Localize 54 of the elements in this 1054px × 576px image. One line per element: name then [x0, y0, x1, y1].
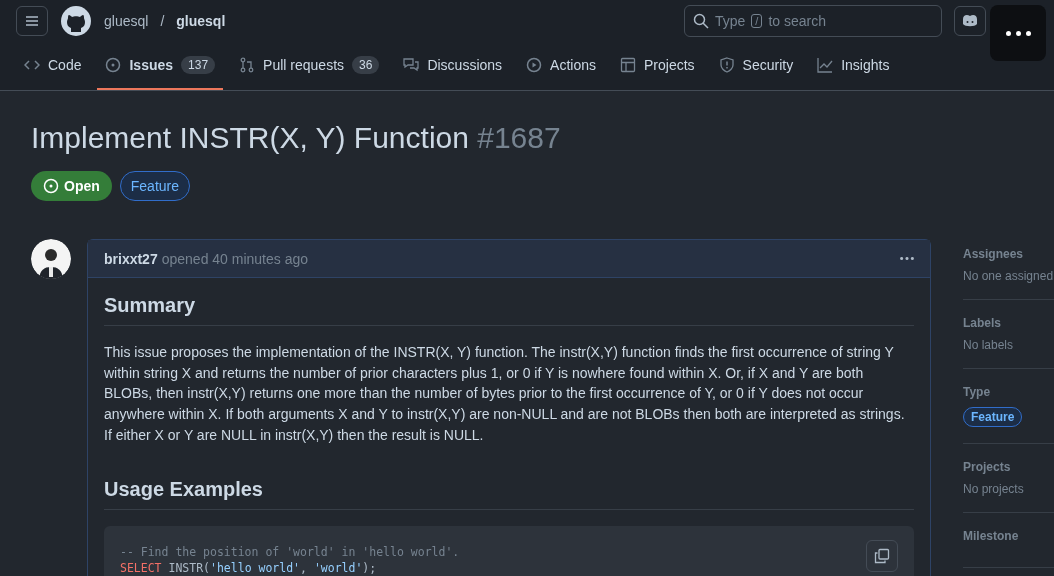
sidebar-heading[interactable]: Assignees	[963, 247, 1054, 261]
description-text: This issue proposes the implementation of the INSTR(X, Y) function. The instr(X,Y) function finds the first occurrence of string Y within string X and returns the number of prior characters plus 1, or 0 if Y is nowhere found within X. Or, if X and Y are both BLOBs, then instr(X,Y) returns one more than the number of bytes prior to the first occurrence of Y, or 0 if Y does not occur anywhere within X. If both arguments X and Y to instr(X,Y) are non-NULL and are not BLOBs then both are interpreted as strings. If either X or Y are NULL in instr(X,Y) then the result is NULL.	[104, 343, 906, 445]
cat-logo-icon	[60, 5, 92, 37]
sidebar-heading[interactable]: Type	[963, 385, 1054, 399]
circle-dot-icon	[43, 178, 59, 194]
robot-icon	[961, 13, 979, 29]
copilot-button[interactable]	[954, 6, 986, 36]
keyboard-key: /	[751, 14, 763, 28]
more-icon	[900, 257, 914, 260]
comment-meta: opened 40 minutes ago	[161, 250, 309, 267]
sidebar-heading[interactable]: Projects	[963, 460, 1054, 474]
sidebar-heading[interactable]: Labels	[963, 316, 1054, 330]
label-pill: Feature	[119, 171, 191, 201]
breadcrumb-separator: /	[160, 13, 165, 29]
count-badge: 137	[181, 56, 216, 74]
table-icon	[620, 57, 636, 73]
issue-title: Implement INSTR(X, Y) Function #1687	[31, 121, 562, 155]
nav-tab[interactable]: Discussions	[395, 42, 511, 90]
sidebar-value: No projects	[963, 482, 1025, 496]
count-badge: 36	[352, 56, 380, 74]
sidebar-value: No labels	[963, 338, 1015, 352]
speech-bubbles-icon	[403, 57, 420, 73]
nav-tab[interactable]: Code	[16, 42, 90, 90]
author-link[interactable]: brixxt27	[104, 250, 158, 267]
copy-icon	[874, 547, 890, 564]
owner-link[interactable]: gluesql	[104, 13, 149, 29]
menu-icon	[24, 13, 40, 29]
graph-icon	[817, 57, 834, 73]
shield-icon	[718, 57, 735, 73]
circle-dot-icon	[105, 57, 122, 73]
type-pill: Feature	[963, 407, 1023, 427]
nav-tab[interactable]: Pull requests 36	[231, 42, 388, 90]
search-hint: to search	[768, 13, 826, 29]
code-line: -- Find the position of 'world' in 'hello world'.	[120, 543, 461, 560]
state-badge: Open	[31, 171, 112, 201]
section-heading: Usage Examples	[104, 461, 914, 510]
more-button[interactable]	[990, 5, 1046, 61]
sidebar-value: No one assigned	[963, 269, 1054, 283]
repo-link[interactable]: gluesql	[176, 13, 226, 29]
nav-tab[interactable]: Security	[710, 42, 802, 90]
search-icon	[693, 13, 709, 29]
search-hint: Type	[715, 13, 746, 29]
code-line: SELECT INSTR('hello world', 'world');	[120, 560, 378, 576]
nav-tab[interactable]: Insights	[809, 42, 898, 90]
play-icon	[526, 57, 543, 73]
sidebar-heading[interactable]: Milestone	[963, 529, 1054, 543]
search-field[interactable]: Type / to search	[684, 5, 942, 37]
nav-tab[interactable]: Actions	[518, 42, 604, 90]
pull-request-icon	[239, 57, 256, 73]
nav-tab[interactable]: Projects	[612, 42, 703, 90]
nav-tab[interactable]: Issues 137	[97, 42, 224, 90]
menu-button[interactable]	[16, 6, 48, 36]
copy-button[interactable]	[866, 539, 898, 572]
section-heading: Summary	[104, 278, 914, 326]
